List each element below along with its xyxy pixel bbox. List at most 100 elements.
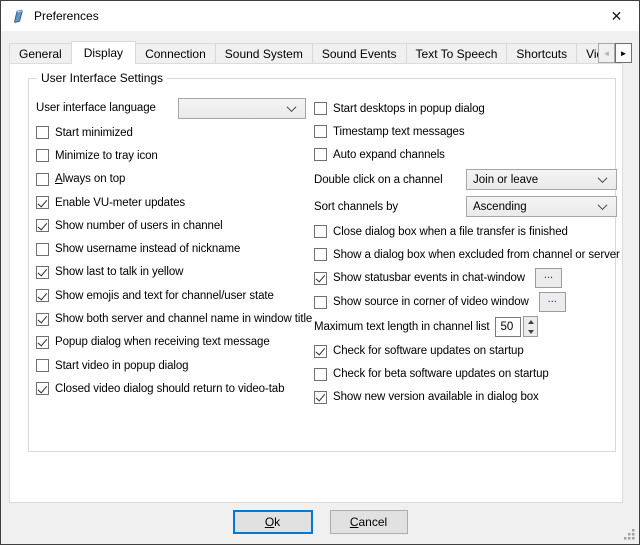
spin-down-button[interactable] xyxy=(524,327,537,337)
checkbox-label: Show emojis and text for channel/user st… xyxy=(55,290,274,302)
checkbox-row: Enable VU-meter updates xyxy=(36,191,314,214)
checkbox[interactable] xyxy=(314,272,327,285)
tab[interactable]: Display xyxy=(71,41,136,64)
dropdown-value: Join or leave xyxy=(473,174,538,186)
arrow-right-icon: ► xyxy=(620,49,628,58)
checkbox-label: Show statusbar events in chat-window xyxy=(333,272,525,284)
checkbox-more-row: Show source in corner of video window ..… xyxy=(314,290,617,314)
more-button[interactable]: ... xyxy=(539,292,566,312)
checkbox-label: Auto expand channels xyxy=(333,149,445,161)
checkbox[interactable] xyxy=(36,219,49,232)
tab-label: Shortcuts xyxy=(516,47,567,61)
spin-value-field[interactable]: 50 xyxy=(495,317,521,337)
dropdown[interactable]: Join or leave xyxy=(466,169,617,190)
checkbox[interactable] xyxy=(36,266,49,279)
checkbox[interactable] xyxy=(36,359,49,372)
checkbox-label: Check for beta software updates on start… xyxy=(333,368,549,380)
display-tab-page: User Interface Settings User interface l… xyxy=(9,63,623,503)
checkbox-row: Always on top xyxy=(36,168,314,191)
checkbox-label: Show new version available in dialog box xyxy=(333,391,539,403)
tab[interactable]: Connection xyxy=(135,43,216,63)
combo-row: Sort channels by Ascending xyxy=(314,193,617,220)
tab-scroll-right-button[interactable]: ► xyxy=(615,43,632,63)
checkbox[interactable] xyxy=(36,196,49,209)
checkbox-label: Start video in popup dialog xyxy=(55,360,188,372)
checkbox[interactable] xyxy=(36,289,49,302)
tab[interactable]: Text To Speech xyxy=(406,43,508,63)
tab[interactable]: General xyxy=(9,43,72,63)
checkbox[interactable] xyxy=(314,225,327,238)
combo-label: Sort channels by xyxy=(314,201,466,213)
right-column: Start desktops in popup dialog Timestamp… xyxy=(314,97,617,409)
tab-scroll-left-button[interactable]: ◄ xyxy=(598,43,615,63)
checkbox-row: Show last to talk in yellow xyxy=(36,261,314,284)
close-button[interactable]: ✕ xyxy=(594,1,639,31)
checkbox[interactable] xyxy=(36,336,49,349)
chevron-down-icon xyxy=(598,200,608,210)
tab[interactable]: Sound Events xyxy=(312,43,407,63)
checkbox[interactable] xyxy=(36,313,49,326)
checkbox[interactable] xyxy=(314,296,327,309)
checkbox-label: Show username instead of nickname xyxy=(55,243,240,255)
dropdown-value: Ascending xyxy=(473,201,527,213)
checkbox-row: Close dialog box when a file transfer is… xyxy=(314,220,617,243)
checkbox[interactable] xyxy=(314,391,327,404)
more-button[interactable]: ... xyxy=(535,268,562,288)
checkbox-row: Start desktops in popup dialog xyxy=(314,97,617,120)
title-bar[interactable]: Preferences ✕ xyxy=(1,1,639,31)
checkbox[interactable] xyxy=(36,382,49,395)
checkbox-label: Enable VU-meter updates xyxy=(55,197,185,209)
left-checkbox-list: Start minimized Minimize to tray icon Al… xyxy=(36,121,314,401)
checkbox-label: Close dialog box when a file transfer is… xyxy=(333,226,568,238)
checkbox-label: Show source in corner of video window xyxy=(333,296,529,308)
checkbox-label: Popup dialog when receiving text message xyxy=(55,336,270,348)
checkbox-row: Start video in popup dialog xyxy=(36,354,314,377)
checkbox[interactable] xyxy=(36,149,49,162)
ok-button[interactable]: Ok xyxy=(233,510,313,534)
checkbox[interactable] xyxy=(314,368,327,381)
checkbox-label: Start desktops in popup dialog xyxy=(333,103,485,115)
checkbox-more-row: Show statusbar events in chat-window ... xyxy=(314,266,617,290)
group-legend: User Interface Settings xyxy=(37,71,167,85)
chevron-down-icon xyxy=(287,102,297,112)
language-label: User interface language xyxy=(36,102,178,114)
checkbox[interactable] xyxy=(314,345,327,358)
checkbox[interactable] xyxy=(36,243,49,256)
checkbox[interactable] xyxy=(314,148,327,161)
checkbox-row: Auto expand channels xyxy=(314,143,617,166)
checkbox-label: Start minimized xyxy=(55,127,133,139)
checkbox-label: Check for software updates on startup xyxy=(333,345,524,357)
checkbox[interactable] xyxy=(314,125,327,138)
dropdown[interactable]: Ascending xyxy=(466,196,617,217)
tab-label: Connection xyxy=(145,47,206,61)
tab-label: Video xyxy=(586,47,598,61)
checkbox[interactable] xyxy=(36,173,49,186)
spin-down-icon xyxy=(528,330,534,334)
checkbox-label: Show both server and channel name in win… xyxy=(55,313,312,325)
spin-row: Maximum text length in channel list 50 xyxy=(314,314,617,339)
resize-grip-icon[interactable] xyxy=(623,528,636,541)
checkbox-label: Minimize to tray icon xyxy=(55,150,158,162)
checkbox-row: Show username instead of nickname xyxy=(36,237,314,260)
tab-label: Text To Speech xyxy=(416,47,498,61)
tab[interactable]: Sound System xyxy=(215,43,313,63)
checkbox-label: Show last to talk in yellow xyxy=(55,266,183,278)
spin-up-button[interactable] xyxy=(524,317,537,327)
language-dropdown[interactable] xyxy=(178,98,306,119)
combo-row: Double click on a channel Join or leave xyxy=(314,166,617,193)
spinner[interactable] xyxy=(523,316,538,337)
checkbox-row: Minimize to tray icon xyxy=(36,144,314,167)
checkbox-row: Popup dialog when receiving text message xyxy=(36,331,314,354)
checkbox-row: Closed video dialog should return to vid… xyxy=(36,377,314,400)
cancel-button[interactable]: Cancel xyxy=(330,510,408,534)
checkbox[interactable] xyxy=(314,102,327,115)
close-icon: ✕ xyxy=(611,8,623,25)
checkbox-label: Always on top xyxy=(55,173,125,185)
tab[interactable]: Shortcuts xyxy=(506,43,577,63)
checkbox-label: Show number of users in channel xyxy=(55,220,223,232)
checkbox[interactable] xyxy=(314,248,327,261)
checkbox[interactable] xyxy=(36,126,49,139)
tab-bar: General Display Connection Sound System … xyxy=(9,41,598,64)
tab[interactable]: Video xyxy=(576,43,598,63)
language-row: User interface language xyxy=(36,95,314,121)
